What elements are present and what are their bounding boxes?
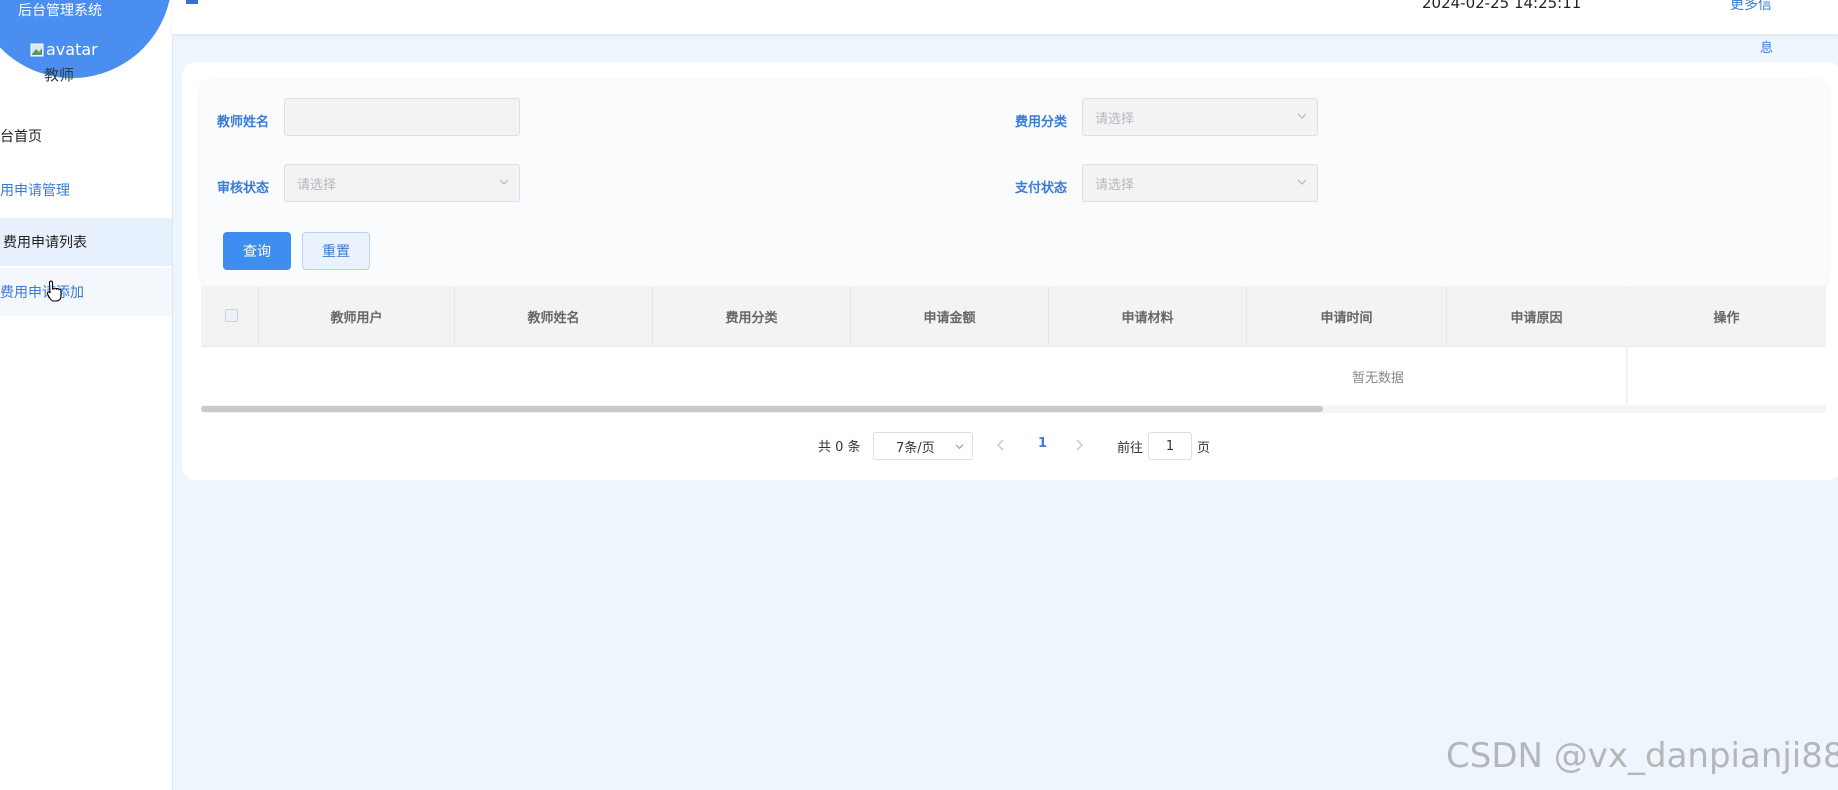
column-header: 教师姓名	[455, 286, 653, 346]
page-size-select[interactable]: 7条/页	[873, 432, 973, 460]
hand-cursor-icon	[46, 280, 62, 302]
teacher-name-label: 教师姓名	[217, 115, 270, 130]
pagination-total: 共 0 条	[818, 440, 861, 455]
more-info-link[interactable]: 更多信	[1730, 0, 1772, 14]
column-header: 申请原因	[1447, 286, 1627, 346]
select-all-checkbox[interactable]	[225, 309, 238, 322]
prev-page-icon[interactable]	[996, 438, 1006, 452]
payment-status-label: 支付状态	[1015, 181, 1068, 196]
query-button[interactable]: 查询	[223, 232, 291, 270]
sidebar-item-label: 台首页	[0, 129, 42, 145]
current-page-number[interactable]: 1	[1038, 436, 1047, 451]
sidebar-item-expense-management[interactable]: 用申请管理	[0, 166, 172, 214]
column-header: 费用分类	[653, 286, 851, 346]
current-datetime: 2024-02-25 14:25:11	[1422, 0, 1582, 12]
sidebar-item-expense-add[interactable]: 费用申请添加	[0, 268, 172, 316]
horizontal-scrollbar-thumb[interactable]	[201, 406, 1323, 412]
page-size-value: 7条/页	[896, 440, 935, 456]
more-info-link-continuation[interactable]: 息	[1760, 37, 1773, 56]
table-header: 教师用户 教师姓名 费用分类 申请金额 申请材料 申请时间 申请原因 操作	[201, 286, 1826, 347]
chevron-down-icon	[1297, 179, 1307, 185]
sidebar-item-expense-list[interactable]: 费用申请列表	[0, 218, 172, 266]
chevron-down-icon	[1297, 113, 1307, 119]
sidebar-item-label: 费用申请添加	[0, 285, 84, 301]
goto-label: 前往	[1117, 441, 1144, 456]
reset-button[interactable]: 重置	[302, 232, 370, 270]
goto-page-input[interactable]	[1148, 432, 1192, 460]
payment-status-select[interactable]: 请选择	[1082, 164, 1318, 202]
user-role: 教师	[44, 66, 75, 84]
next-page-icon[interactable]	[1074, 438, 1084, 452]
expense-category-label: 费用分类	[1015, 115, 1068, 130]
page-suffix-label: 页	[1197, 441, 1211, 456]
review-status-select[interactable]: 请选择	[284, 164, 520, 202]
chevron-down-icon	[955, 444, 964, 450]
avatar: avatar	[30, 40, 98, 59]
top-header: 2024-02-25 14:25:11 更多信	[172, 0, 1838, 34]
fixed-column-shadow	[1626, 286, 1628, 412]
sidebar-item-home[interactable]: 台首页	[0, 112, 172, 160]
sidebar: 后台管理系统 avatar 教师 台首页 用申请管理 费用申请列表 费用申请添加	[0, 0, 173, 790]
teacher-name-input[interactable]	[284, 98, 520, 136]
column-header: 申请时间	[1247, 286, 1447, 346]
chevron-down-icon	[499, 179, 509, 185]
select-placeholder: 请选择	[297, 177, 337, 193]
watermark: CSDN @vx_danpianji889	[1446, 736, 1838, 776]
avatar-alt-text: avatar	[46, 40, 98, 59]
broken-image-icon	[30, 43, 44, 56]
column-header: 教师用户	[259, 286, 455, 346]
select-placeholder: 请选择	[1095, 111, 1135, 127]
column-header: 申请金额	[851, 286, 1049, 346]
sidebar-item-label: 费用申请列表	[3, 235, 87, 251]
select-all-cell	[201, 286, 259, 346]
sidebar-item-label: 用申请管理	[0, 183, 70, 199]
select-placeholder: 请选择	[1095, 177, 1135, 193]
column-header: 申请材料	[1049, 286, 1247, 346]
column-header-actions: 操作	[1713, 310, 1740, 326]
expense-category-select[interactable]: 请选择	[1082, 98, 1318, 136]
system-title: 后台管理系统	[18, 3, 102, 19]
table-empty-text: 暂无数据	[1352, 371, 1405, 386]
review-status-label: 审核状态	[217, 181, 270, 196]
menu-toggle-icon[interactable]	[186, 0, 198, 4]
